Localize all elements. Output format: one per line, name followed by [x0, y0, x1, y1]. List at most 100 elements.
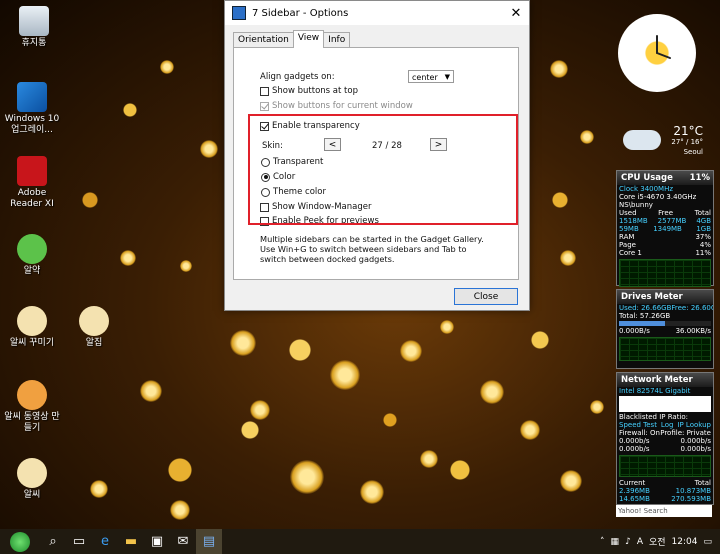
- desktop-icon-alssi-kkumigi[interactable]: 알씨 꾸미기: [2, 306, 62, 349]
- tab-strip: Orientation View Info: [233, 30, 351, 48]
- page-label: Page: [619, 241, 636, 249]
- net-speed-row-2: 0.000b/s 0.000b/s: [617, 445, 713, 453]
- chevron-down-icon: ▼: [444, 73, 450, 81]
- drive-read: 0.000B/s: [619, 327, 650, 335]
- cpu-clock: Clock 3400MHz: [619, 185, 674, 193]
- cpu-gadget-header: CPU Usage 11%: [617, 171, 713, 185]
- taskbar: ⌕ ▭ e ▬ ▣ ✉ ▤ ˄ ▦ ♪ A 오전 12:04 ▭: [0, 529, 720, 554]
- firewall-row: Firewall: On Profile: Private: [617, 429, 713, 437]
- network-adapter: Intel 82574L Gigabit: [619, 387, 691, 395]
- speed-test-link[interactable]: Speed Test: [619, 421, 657, 429]
- tab-orientation[interactable]: Orientation: [233, 32, 294, 48]
- desktop-icon-recycle-bin[interactable]: 휴지통: [4, 6, 64, 49]
- desktop-icon-alssi-video[interactable]: 알씨 동영상 만들기: [2, 380, 62, 434]
- cpu-usage-gadget[interactable]: CPU Usage 11% Clock 3400MHz Core i5-4670…: [616, 170, 714, 287]
- sidebar-app-icon: [232, 6, 246, 20]
- desktop-icon-label: 알약: [23, 266, 41, 276]
- network-graph: [619, 455, 711, 477]
- mail-icon: ✉: [177, 534, 189, 549]
- upload-speed-2: 0.000b/s: [619, 445, 650, 453]
- network-meter-gadget[interactable]: Network Meter Intel 82574L Gigabit Black…: [616, 372, 714, 505]
- show-buttons-current-option[interactable]: Show buttons for current window: [260, 101, 413, 111]
- show-buttons-top-option[interactable]: Show buttons at top: [260, 86, 358, 96]
- download-speed-2: 0.000b/s: [680, 445, 712, 453]
- cpu-graph: [619, 259, 711, 287]
- col-total: Total: [694, 209, 711, 217]
- mail-button[interactable]: ✉: [170, 529, 196, 554]
- file-explorer-button[interactable]: ▬: [118, 529, 144, 554]
- profile-status: Profile: Private: [660, 429, 711, 437]
- blacklist-ratio: Blacklisted IP Ratio:: [619, 413, 689, 421]
- mem-used: 1518MB: [619, 217, 648, 225]
- close-button[interactable]: Close: [454, 288, 518, 305]
- cpu-mem-header: Used Free Total: [617, 209, 713, 217]
- clock-hands-icon: [656, 35, 671, 59]
- yahoo-search-input[interactable]: Yahoo! Search: [616, 505, 712, 517]
- system-tray: ˄ ▦ ♪ A 오전 12:04 ▭: [594, 529, 720, 554]
- start-button[interactable]: [0, 529, 40, 554]
- total-label: Total: [694, 479, 711, 487]
- drives-meter-gadget[interactable]: Drives Meter Used: 26.66GB Free: 26.60GB…: [616, 289, 714, 369]
- edge-button[interactable]: e: [92, 529, 118, 554]
- desktop-icon-label: Adobe Reader XI: [10, 188, 54, 209]
- total-up: 10.873MB: [675, 487, 711, 495]
- weather-city: Seoul: [683, 148, 703, 156]
- desktop-icon-label: Windows 10 업그레이...: [4, 114, 60, 135]
- desktop-icon-windows10[interactable]: Windows 10 업그레이...: [2, 82, 62, 136]
- col-free: Free: [658, 209, 674, 217]
- show-buttons-top-checkbox[interactable]: [260, 86, 269, 96]
- page-free: 1349MB: [653, 225, 682, 233]
- volume-icon[interactable]: ♪: [625, 537, 631, 547]
- network-tray-icon[interactable]: ▦: [611, 537, 620, 547]
- network-links: Speed Test Log IP Lookup: [617, 421, 713, 429]
- drives-usage-row: Used: 26.66GB Free: 26.60GB: [617, 304, 713, 312]
- cpu-percent: 11%: [689, 173, 710, 183]
- show-buttons-current-checkbox[interactable]: [260, 101, 269, 111]
- ram-percent: 37%: [695, 233, 711, 241]
- total-down: 270.593MB: [671, 495, 711, 503]
- cpu-user: NS\bunny: [619, 201, 653, 209]
- page-used: 59MB: [619, 225, 639, 233]
- cpu-page-row: 59MB 1349MB 1GB: [617, 225, 713, 233]
- edge-icon: e: [101, 534, 109, 549]
- cloud-icon: [623, 130, 661, 150]
- core-percent: 11%: [695, 249, 711, 257]
- cpu-model: Core i5-4670 3.40GHz: [619, 193, 697, 201]
- desktop-icon-alssi[interactable]: 알씨: [2, 458, 62, 501]
- sidebar-app-icon: ▤: [202, 534, 216, 549]
- net-totals-up: 2.396MB 10.873MB: [617, 487, 713, 495]
- notification-icon[interactable]: ▭: [703, 537, 712, 547]
- clock-ampm[interactable]: 오전: [649, 535, 666, 548]
- language-indicator[interactable]: A: [637, 537, 643, 547]
- desktop-icon-aljip[interactable]: 알집: [64, 306, 124, 349]
- desktop-icon-adobe-reader[interactable]: Adobe Reader XI: [2, 156, 62, 210]
- alssi-video-icon: [17, 380, 47, 410]
- tab-info[interactable]: Info: [323, 32, 351, 48]
- current-up: 2.396MB: [619, 487, 650, 495]
- clock-gadget[interactable]: [618, 14, 696, 92]
- show-buttons-top-label: Show buttons at top: [272, 86, 358, 96]
- close-icon[interactable]: ✕: [503, 6, 529, 21]
- ip-lookup-link[interactable]: IP Lookup: [677, 421, 711, 429]
- title-bar[interactable]: 7 Sidebar - Options ✕: [225, 1, 529, 25]
- log-link[interactable]: Log: [661, 421, 674, 429]
- desktop-icon-alyak[interactable]: 알약: [2, 234, 62, 277]
- drive-write: 36.00KB/s: [675, 327, 711, 335]
- folder-icon: ▬: [124, 534, 138, 549]
- window-title: 7 Sidebar - Options: [252, 7, 349, 19]
- align-gadgets-label: Align gadgets on:: [260, 72, 335, 82]
- weather-gadget[interactable]: 21°C 27° / 16° Seoul: [621, 124, 705, 166]
- store-button[interactable]: ▣: [144, 529, 170, 554]
- alssi-icon: [17, 458, 47, 488]
- drives-title: Drives Meter: [617, 290, 713, 304]
- tray-up-chevron-icon[interactable]: ˄: [600, 537, 605, 547]
- windows10-icon: [17, 82, 47, 112]
- sidebar-options-task-button[interactable]: ▤: [196, 529, 222, 554]
- clock-time[interactable]: 12:04: [672, 537, 698, 547]
- search-button[interactable]: ⌕: [40, 529, 66, 554]
- task-view-button[interactable]: ▭: [66, 529, 92, 554]
- current-down: 14.65MB: [619, 495, 650, 503]
- upload-speed-1: 0.000b/s: [619, 437, 650, 445]
- align-gadgets-select[interactable]: center ▼: [408, 70, 454, 83]
- tab-view[interactable]: View: [292, 30, 325, 48]
